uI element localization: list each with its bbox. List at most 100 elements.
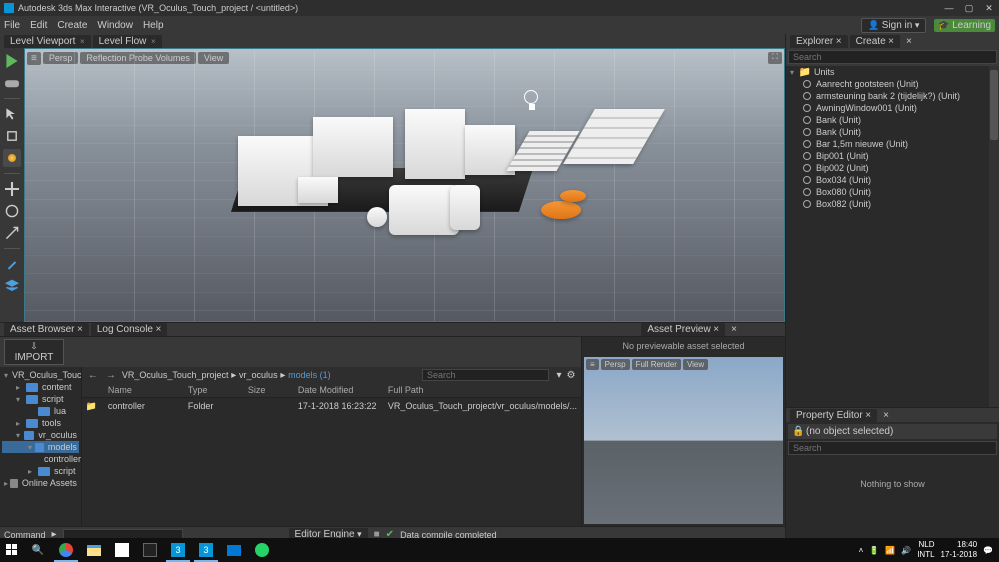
tray-chevron-icon[interactable]: ˄ <box>859 546 864 555</box>
preview-view[interactable]: View <box>683 359 708 370</box>
close-icon[interactable]: × <box>883 410 889 421</box>
taskbar-clock[interactable]: 18:4017-1-2018 <box>941 540 977 560</box>
asset-row[interactable]: 📁 controller Folder 17-1-2018 16:23:22 V… <box>86 400 577 413</box>
unit-item[interactable]: Box080 (Unit) <box>786 186 989 198</box>
notifications-icon[interactable]: 💬 <box>983 546 993 555</box>
maximize-button[interactable]: ▢ <box>963 3 975 14</box>
light-tool[interactable] <box>3 149 21 167</box>
close-icon[interactable]: × <box>888 36 894 47</box>
close-icon[interactable]: × <box>836 36 842 47</box>
tab-create[interactable]: Create × <box>850 35 900 48</box>
move-tool[interactable] <box>3 180 21 198</box>
preview-menu-icon[interactable]: ≡ <box>586 359 599 370</box>
tab-asset-browser[interactable]: Asset Browser × <box>4 323 89 336</box>
scrollbar[interactable] <box>989 66 999 407</box>
tab-level-flow[interactable]: Level Flow × <box>93 35 162 48</box>
tree-item[interactable]: vr_oculus <box>38 430 77 440</box>
column-path[interactable]: Full Path <box>388 385 577 395</box>
back-button[interactable]: ← <box>86 370 100 381</box>
tree-item[interactable]: script <box>42 394 64 404</box>
learning-button[interactable]: 🎓 Learning <box>934 19 995 32</box>
task-explorer[interactable] <box>80 538 108 562</box>
signin-button[interactable]: 👤 Sign in ▾ <box>861 18 926 33</box>
column-date[interactable]: Date Modified <box>298 385 388 395</box>
system-tray[interactable]: ˄ 🔋 📶 🔊 NLDINTL 18:4017-1-2018 💬 <box>859 540 999 560</box>
tree-item[interactable]: tools <box>42 418 61 428</box>
tree-item[interactable]: content <box>42 382 72 392</box>
asset-tree[interactable]: ▾VR_Oculus_Touch_project ▸content ▾scrip… <box>0 367 82 526</box>
wifi-icon[interactable]: 📶 <box>885 546 895 555</box>
unit-item[interactable]: Bank (Unit) <box>786 114 989 126</box>
unit-item[interactable]: AwningWindow001 (Unit) <box>786 102 989 114</box>
unit-item[interactable]: Bank (Unit) <box>786 126 989 138</box>
volume-icon[interactable]: 🔊 <box>901 546 911 555</box>
task-app1[interactable] <box>108 538 136 562</box>
tab-asset-preview[interactable]: Asset Preview × <box>641 323 725 336</box>
layers-tool[interactable] <box>3 277 21 295</box>
preview-viewport[interactable]: ≡ Persp Full Render View <box>584 357 783 524</box>
select-tool[interactable] <box>3 105 21 123</box>
preview-persp[interactable]: Persp <box>601 359 630 370</box>
unit-item[interactable]: Box082 (Unit) <box>786 198 989 210</box>
tree-online-assets[interactable]: Online Assets <box>22 478 77 488</box>
light-gizmo[interactable] <box>524 90 540 112</box>
column-type[interactable]: Type <box>188 385 248 395</box>
column-name[interactable]: Name <box>108 385 188 395</box>
gamepad-icon[interactable] <box>3 74 21 92</box>
unit-item[interactable]: Bip001 (Unit) <box>786 150 989 162</box>
close-icon[interactable]: × <box>80 37 85 46</box>
close-button[interactable]: ✕ <box>983 3 995 14</box>
menu-edit[interactable]: Edit <box>30 20 47 31</box>
menu-create[interactable]: Create <box>57 20 87 31</box>
unit-item[interactable]: Box034 (Unit) <box>786 174 989 186</box>
tab-property-editor[interactable]: Property Editor × <box>790 409 877 422</box>
menu-window[interactable]: Window <box>97 20 133 31</box>
windows-taskbar[interactable]: 🔍 3 3 ˄ 🔋 📶 🔊 NLDINTL 18:4017-1-2018 💬 <box>0 538 999 562</box>
task-whatsapp[interactable] <box>248 538 276 562</box>
tree-item[interactable]: lua <box>54 406 66 416</box>
breadcrumb-current[interactable]: models (1) <box>288 370 331 380</box>
breadcrumb-segment[interactable]: vr_oculus <box>239 370 278 380</box>
close-icon[interactable]: × <box>713 324 719 335</box>
search-icon[interactable]: 🔍 <box>24 538 52 562</box>
unit-item[interactable]: Aanrecht gootsteen (Unit) <box>786 78 989 90</box>
unit-item[interactable]: Bar 1,5m nieuwe (Unit) <box>786 138 989 150</box>
tab-explorer[interactable]: Explorer × <box>790 35 848 48</box>
asset-search-input[interactable] <box>422 369 549 381</box>
play-button[interactable] <box>3 52 21 70</box>
task-app2[interactable] <box>136 538 164 562</box>
asset-list[interactable]: 📁 controller Folder 17-1-2018 16:23:22 V… <box>82 398 581 526</box>
task-3dsmax[interactable]: 3 <box>164 538 192 562</box>
close-icon[interactable]: × <box>731 324 737 335</box>
close-icon[interactable]: × <box>156 324 162 335</box>
battery-icon[interactable]: 🔋 <box>869 546 879 555</box>
explorer-search-input[interactable] <box>788 50 997 64</box>
explorer-tree[interactable]: ▾📁Units Aanrecht gootsteen (Unit) armste… <box>786 66 989 407</box>
task-chrome[interactable] <box>52 538 80 562</box>
settings-icon[interactable]: ⚙ <box>565 370 577 381</box>
task-3dsmax-2[interactable]: 3 <box>192 538 220 562</box>
minimize-button[interactable]: — <box>943 3 955 14</box>
column-size[interactable]: Size <box>248 385 298 395</box>
tab-level-viewport[interactable]: Level Viewport × <box>4 35 91 48</box>
import-button[interactable]: ⇩ IMPORT <box>4 339 64 365</box>
tree-root[interactable]: VR_Oculus_Touch_project <box>12 370 82 380</box>
tree-item[interactable]: controller <box>44 454 81 464</box>
close-icon[interactable]: × <box>151 37 156 46</box>
breadcrumb-segment[interactable]: VR_Oculus_Touch_project <box>122 370 229 380</box>
close-icon[interactable]: × <box>865 410 871 421</box>
tree-item[interactable]: script <box>54 466 76 476</box>
unit-item[interactable]: armsteuning bank 2 (tijdelijk?) (Unit) <box>786 90 989 102</box>
start-button[interactable] <box>0 538 24 562</box>
close-icon[interactable]: × <box>906 36 912 47</box>
units-folder[interactable]: Units <box>814 67 835 77</box>
scale-tool[interactable] <box>3 224 21 242</box>
3d-viewport[interactable]: ≡ Persp Reflection Probe Volumes View ⛶ <box>24 48 785 322</box>
rotate-tool[interactable] <box>3 202 21 220</box>
unit-item[interactable]: Bip002 (Unit) <box>786 162 989 174</box>
taskbar-lang[interactable]: NLDINTL <box>917 540 934 560</box>
placement-tool[interactable] <box>3 127 21 145</box>
tree-item-selected[interactable]: models <box>48 442 77 452</box>
filter-icon[interactable]: ▾ <box>553 370 565 381</box>
menu-file[interactable]: File <box>4 20 20 31</box>
